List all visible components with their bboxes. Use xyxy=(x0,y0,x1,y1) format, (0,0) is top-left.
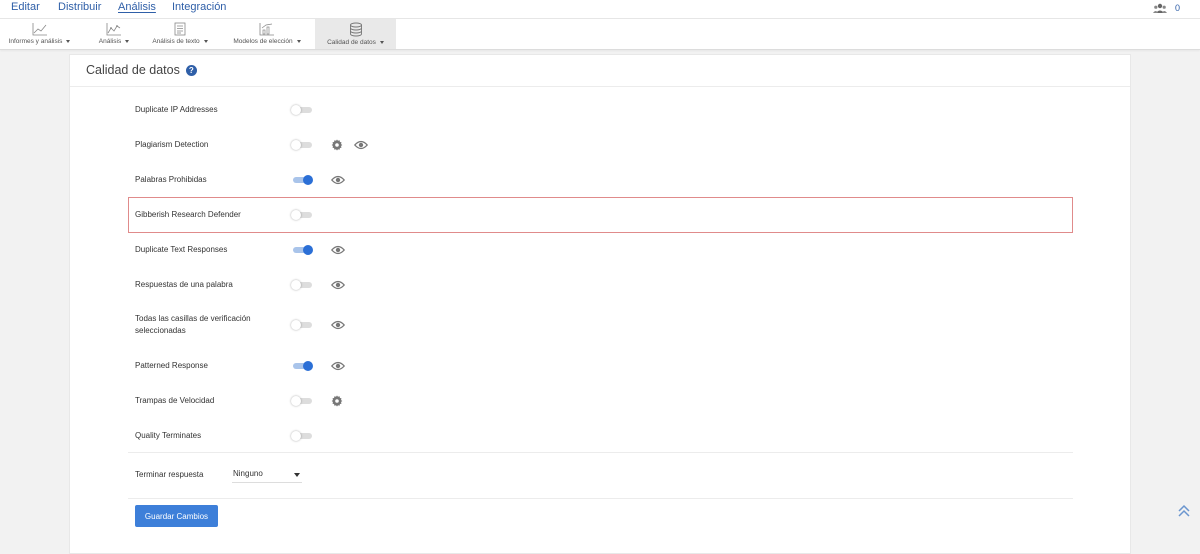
eye-icon[interactable] xyxy=(331,360,345,372)
setting-label: Duplicate IP Addresses xyxy=(135,105,218,114)
setting-label: Patterned Response xyxy=(135,361,208,370)
eye-icon[interactable] xyxy=(331,174,345,186)
nav-editar[interactable]: Editar xyxy=(11,1,40,13)
analysis-toolbar: Informes y análisis Análisis Análisis de… xyxy=(0,19,1200,50)
chevron-down-icon xyxy=(296,39,301,43)
tool-modelos-eleccion[interactable]: Modelos de elección xyxy=(228,19,306,49)
toggle-plagiarism[interactable] xyxy=(291,140,313,150)
tool-label: Análisis xyxy=(98,38,122,45)
divider xyxy=(128,452,1073,453)
users-icon xyxy=(1152,3,1167,13)
text-analysis-icon xyxy=(174,22,186,36)
setting-label: Todas las casillas de verificación selec… xyxy=(135,314,251,335)
setting-label: Duplicate Text Responses xyxy=(135,245,228,254)
chevron-down-icon xyxy=(294,473,300,477)
tool-label: Informes y análisis xyxy=(8,38,63,45)
toggle-casillas[interactable] xyxy=(291,320,313,330)
setting-label: Trampas de Velocidad xyxy=(135,396,215,405)
toggle-una-palabra[interactable] xyxy=(291,280,313,290)
tool-calidad-datos[interactable]: Calidad de datos xyxy=(315,19,396,49)
setting-label: Palabras Prohibidas xyxy=(135,175,207,184)
tool-label: Modelos de elección xyxy=(233,38,293,45)
gear-icon[interactable] xyxy=(331,139,343,151)
terminate-select[interactable]: Ninguno xyxy=(232,467,302,483)
toggle-duplicate-text[interactable] xyxy=(291,245,313,255)
panel-header: Calidad de datos ? xyxy=(70,55,1130,87)
setting-label: Plagiarism Detection xyxy=(135,140,209,149)
database-icon xyxy=(349,22,362,37)
collaborator-count: 0 xyxy=(1174,3,1180,13)
data-quality-panel: Calidad de datos ? Duplicate IP Addresse… xyxy=(69,54,1131,554)
scroll-to-top-icon[interactable] xyxy=(1177,504,1191,518)
toggle-gibberish[interactable] xyxy=(291,210,313,220)
tool-label: Calidad de datos xyxy=(327,39,376,46)
toggle-patterned[interactable] xyxy=(291,361,313,371)
toggle-velocidad[interactable] xyxy=(291,396,313,406)
chevron-down-icon xyxy=(379,40,384,44)
analysis-chart-icon xyxy=(106,23,121,36)
eye-icon[interactable] xyxy=(354,139,368,151)
setting-label: Gibberish Research Defender xyxy=(135,210,241,219)
top-nav: Editar Distribuir Análisis Integración 0 xyxy=(0,0,1200,19)
setting-label: Quality Terminates xyxy=(135,431,202,440)
eye-icon[interactable] xyxy=(331,279,345,291)
choice-model-icon xyxy=(259,23,274,36)
nav-analisis[interactable]: Análisis xyxy=(118,1,156,13)
nav-integracion[interactable]: Integración xyxy=(172,1,226,13)
collaborators[interactable]: 0 xyxy=(1152,3,1180,13)
eye-icon[interactable] xyxy=(331,244,345,256)
chevron-down-icon xyxy=(125,39,130,43)
tool-label: Análisis de texto xyxy=(152,38,200,45)
help-icon[interactable]: ? xyxy=(185,64,197,76)
divider xyxy=(128,498,1073,499)
select-value: Ninguno xyxy=(233,469,263,478)
toggle-duplicate-ip[interactable] xyxy=(291,105,313,115)
toggle-palabras-prohibidas[interactable] xyxy=(291,175,313,185)
chevron-down-icon xyxy=(203,39,208,43)
tool-analisis[interactable]: Análisis xyxy=(94,19,134,49)
gear-icon[interactable] xyxy=(331,395,343,407)
eye-icon[interactable] xyxy=(331,319,345,331)
setting-label: Respuestas de una palabra xyxy=(135,280,233,289)
save-button[interactable]: Guardar Cambios xyxy=(135,505,218,527)
page-title: Calidad de datos xyxy=(86,63,180,77)
tool-informes[interactable]: Informes y análisis xyxy=(6,19,73,49)
chevron-down-icon xyxy=(66,39,71,43)
toggle-quality-terminates[interactable] xyxy=(291,431,313,441)
line-chart-icon xyxy=(32,23,47,36)
tool-analisis-texto[interactable]: Análisis de texto xyxy=(148,19,212,49)
nav-distribuir[interactable]: Distribuir xyxy=(58,1,101,13)
